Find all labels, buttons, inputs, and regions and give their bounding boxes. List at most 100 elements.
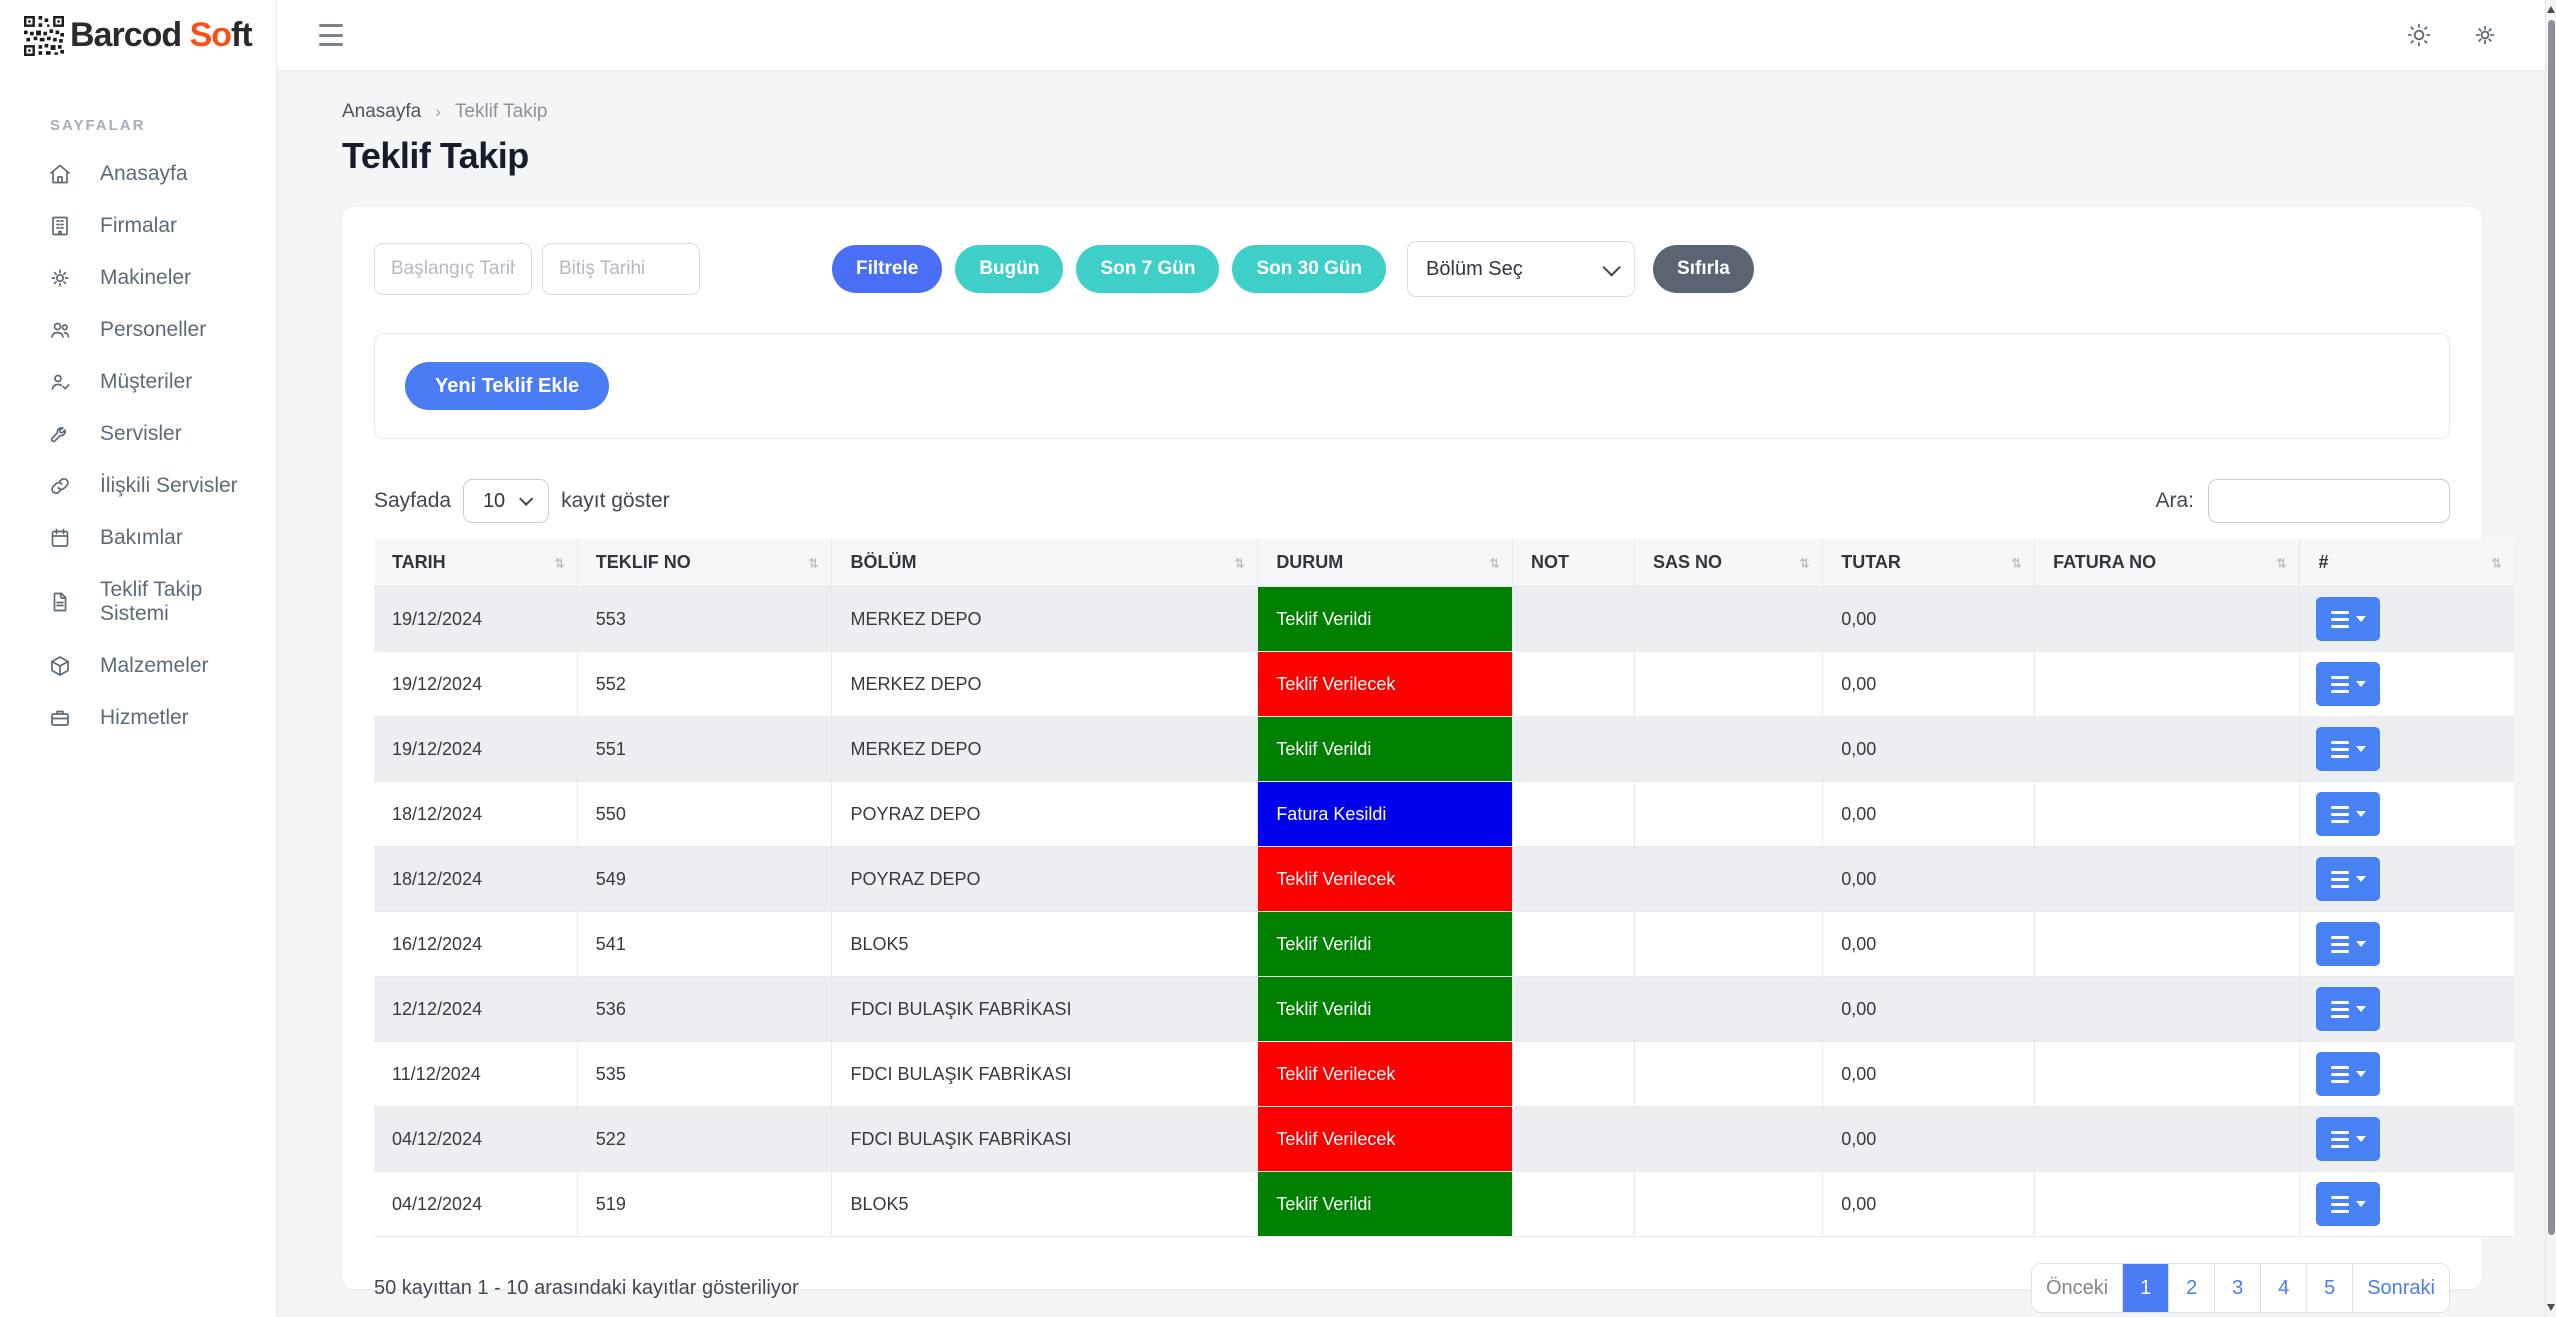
cell-amount: 0,00	[1822, 1041, 2036, 1107]
table-row: 04/12/2024 519 BLOK5 Teklif Verildi 0,00	[374, 1171, 2514, 1237]
today-button[interactable]: Bugün	[955, 245, 1064, 293]
scroll-up-icon[interactable]	[2547, 6, 2555, 13]
search-label: Ara:	[2155, 489, 2194, 512]
cell-sas-no	[1634, 976, 1824, 1042]
pagination-page-2[interactable]: 2	[2168, 1264, 2215, 1312]
reset-button[interactable]: Sıfırla	[1653, 245, 1754, 293]
users-icon	[51, 322, 70, 338]
column-header[interactable]: SAS NO	[1634, 539, 1824, 587]
cell-note	[1512, 1171, 1635, 1237]
scrollbar-thumb[interactable]	[2547, 20, 2555, 1235]
sidebar-item-home[interactable]: Anasayfa	[0, 148, 276, 200]
status-badge: Teklif Verildi	[1258, 912, 1512, 976]
column-header[interactable]: #	[2299, 539, 2514, 587]
last-30-days-button[interactable]: Son 30 Gün	[1232, 245, 1387, 293]
sidebar-item-wrench[interactable]: Servisler	[0, 408, 276, 460]
row-actions-button[interactable]	[2316, 1117, 2381, 1161]
cell-department: FDCI BULAŞIK FABRİKASI	[831, 976, 1259, 1042]
search-input[interactable]	[2208, 479, 2450, 523]
row-actions-button[interactable]	[2316, 987, 2381, 1031]
end-date-input[interactable]	[542, 243, 700, 295]
table-row: 12/12/2024 536 FDCI BULAŞIK FABRİKASI Te…	[374, 976, 2514, 1042]
row-actions-button[interactable]	[2316, 597, 2381, 641]
chevron-down-icon	[519, 491, 534, 506]
menu-icon	[2330, 805, 2349, 823]
sidebar-item-building[interactable]: Firmalar	[0, 200, 276, 252]
sort-icon	[809, 557, 819, 568]
cell-offer-no: 536	[577, 976, 833, 1042]
page-title: Teklif Takip	[342, 135, 529, 176]
breadcrumb-home-link[interactable]: Anasayfa	[342, 101, 421, 123]
page-scrollbar[interactable]	[2545, 0, 2556, 1317]
sidebar-item-users[interactable]: Personeller	[0, 304, 276, 356]
row-actions-button[interactable]	[2316, 792, 2381, 836]
column-header[interactable]: TUTAR	[1822, 539, 2036, 587]
cell-actions	[2299, 1041, 2514, 1107]
new-offer-button[interactable]: Yeni Teklif Ekle	[405, 362, 610, 410]
pagination-page-1[interactable]: 1	[2122, 1264, 2169, 1312]
cell-amount: 0,00	[1822, 846, 2036, 912]
page-size-select[interactable]: 10	[463, 479, 550, 523]
department-select[interactable]: Bölüm Seç	[1407, 241, 1636, 297]
sidebar-item-link[interactable]: İlişkili Servisler	[0, 460, 276, 512]
sidebar-item-user-check[interactable]: Müşteriler	[0, 356, 276, 408]
chevron-down-icon	[1602, 257, 1621, 277]
pagination-next[interactable]: Sonraki	[2352, 1264, 2449, 1312]
pagination-page-5[interactable]: 5	[2306, 1264, 2353, 1312]
row-actions-button[interactable]	[2316, 1182, 2381, 1226]
caret-down-icon	[2355, 876, 2366, 882]
cell-offer-no: 519	[577, 1171, 833, 1237]
filter-button[interactable]: Filtrele	[832, 245, 943, 293]
cell-actions	[2299, 911, 2514, 977]
cell-sas-no	[1634, 651, 1824, 717]
scroll-down-icon[interactable]	[2547, 1304, 2555, 1311]
cell-invoice-no	[2034, 1041, 2301, 1107]
column-header[interactable]: DURUM	[1257, 539, 1513, 587]
cell-status: Teklif Verildi	[1257, 976, 1513, 1042]
records-info: 50 kayıttan 1 - 10 arasındaki kayıtlar g…	[374, 1276, 799, 1299]
file-text-icon	[53, 592, 67, 612]
row-actions-button[interactable]	[2316, 922, 2381, 966]
cell-department: MERKEZ DEPO	[831, 586, 1259, 652]
sidebar-item-file-text[interactable]: Teklif Takip Sistemi	[0, 564, 276, 640]
department-select-value: Bölüm Seç	[1426, 257, 1523, 280]
menu-icon[interactable]	[319, 24, 349, 46]
menu-icon	[2330, 675, 2349, 693]
user-check-icon	[51, 374, 70, 390]
wrench-icon	[50, 427, 66, 443]
cell-offer-no: 552	[577, 651, 833, 717]
column-header[interactable]: TARIH	[374, 539, 578, 587]
column-header: NOT	[1512, 539, 1635, 587]
cell-status: Fatura Kesildi	[1257, 781, 1513, 847]
last-7-days-button[interactable]: Son 7 Gün	[1076, 245, 1220, 293]
cell-note	[1512, 1041, 1635, 1107]
briefcase-icon	[51, 710, 69, 726]
sidebar-item-briefcase[interactable]: Hizmetler	[0, 692, 276, 744]
sidebar-item-calendar[interactable]: Bakımlar	[0, 512, 276, 564]
row-actions-button[interactable]	[2316, 727, 2381, 771]
sort-icon	[1489, 557, 1500, 568]
row-actions-button[interactable]	[2316, 1052, 2381, 1096]
cell-date: 04/12/2024	[374, 1106, 578, 1172]
pagination-prev[interactable]: Önceki	[2031, 1264, 2123, 1312]
settings-gear-icon[interactable]	[2472, 22, 2498, 48]
pagination: Önceki 1 2 3 4 5 Sonraki	[2030, 1263, 2450, 1313]
cell-department: FDCI BULAŞIK FABRİKASI	[831, 1041, 1259, 1107]
pagination-page-4[interactable]: 4	[2260, 1264, 2307, 1312]
cell-amount: 0,00	[1822, 781, 2036, 847]
cell-status: Teklif Verilecek	[1257, 1106, 1513, 1172]
app-logo[interactable]: Barcod Soft	[0, 0, 276, 71]
column-header[interactable]: FATURA NO	[2034, 539, 2301, 587]
column-header[interactable]: BÖLÜM	[831, 539, 1259, 587]
sidebar-item-label: Makineler	[100, 266, 192, 289]
theme-toggle-sun-icon[interactable]	[2406, 22, 2432, 48]
search-control: Ara:	[2155, 479, 2450, 523]
sidebar-item-gear[interactable]: Makineler	[0, 252, 276, 304]
cell-sas-no	[1634, 1171, 1824, 1237]
column-header[interactable]: TEKLIF NO	[577, 539, 833, 587]
row-actions-button[interactable]	[2316, 662, 2381, 706]
pagination-page-3[interactable]: 3	[2214, 1264, 2261, 1312]
row-actions-button[interactable]	[2316, 857, 2381, 901]
start-date-input[interactable]	[374, 243, 532, 295]
sidebar-item-package[interactable]: Malzemeler	[0, 640, 276, 692]
